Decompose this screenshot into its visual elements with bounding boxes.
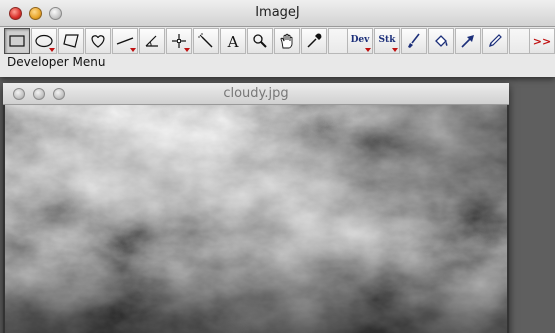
scroll-tool[interactable]: [274, 28, 300, 54]
polygon-icon: [63, 34, 79, 48]
arrow-icon: [461, 35, 474, 48]
dev-menu-dropdown-indicator: [365, 48, 371, 52]
freehand-tool[interactable]: [85, 28, 111, 54]
color-picker-tool[interactable]: [301, 28, 327, 54]
toolbar: A Dev Stk >>: [4, 28, 555, 55]
text-a-icon: A: [227, 33, 239, 50]
dev-menu-tool[interactable]: Dev: [347, 28, 373, 54]
more-tools-label: >>: [532, 34, 552, 48]
zoom-tool[interactable]: [247, 28, 273, 54]
arrow-tool[interactable]: [455, 28, 481, 54]
rectangle-tool[interactable]: [4, 28, 30, 54]
freehand-icon: [91, 35, 105, 48]
angle-icon: [145, 35, 158, 47]
oval-tool[interactable]: [31, 28, 57, 54]
cloud-photo: [5, 105, 507, 333]
magnifier-icon: [253, 34, 267, 48]
point-tool[interactable]: [166, 28, 192, 54]
dev-menu-label: Dev: [350, 34, 370, 45]
eyedropper-icon: [307, 33, 322, 48]
pencil-tool[interactable]: [482, 28, 508, 54]
stk-menu-dropdown-indicator: [392, 48, 398, 52]
paint-bucket-icon: [435, 35, 448, 47]
magic-wand-icon: [198, 33, 213, 48]
image-window-title: cloudy.jpg: [223, 86, 289, 101]
hand-icon: [280, 33, 293, 49]
text-tool[interactable]: A: [220, 28, 246, 54]
brush-tool[interactable]: [401, 28, 427, 54]
desktop: ImageJ A Dev Stk >> Developer Menu cloud…: [0, 0, 555, 333]
window-title: ImageJ: [255, 5, 300, 20]
angle-tool[interactable]: [139, 28, 165, 54]
image-canvas[interactable]: [5, 105, 507, 333]
line-tool-dropdown-indicator: [130, 48, 136, 52]
stk-menu-label: Stk: [378, 34, 396, 45]
more-tools-button[interactable]: >>: [529, 28, 555, 54]
polygon-tool[interactable]: [58, 28, 84, 54]
svg-text:A: A: [227, 33, 239, 50]
status-text: Developer Menu: [7, 55, 106, 69]
oval-tool-dropdown-indicator: [49, 48, 55, 52]
rectangle-icon: [9, 35, 25, 47]
wand-tool[interactable]: [193, 28, 219, 54]
imagej-main-window: ImageJ A Dev Stk >> Developer Menu: [0, 0, 555, 77]
paintbrush-icon: [408, 33, 420, 48]
point-tool-dropdown-indicator: [184, 48, 190, 52]
image-window-titlebar[interactable]: cloudy.jpg: [3, 83, 509, 105]
stk-menu-tool[interactable]: Stk: [374, 28, 400, 54]
flood-fill-tool[interactable]: [428, 28, 454, 54]
imagej-titlebar[interactable]: ImageJ: [0, 0, 555, 27]
image-window: cloudy.jpg: [3, 83, 509, 333]
line-tool[interactable]: [112, 28, 138, 54]
pencil-icon: [489, 34, 502, 47]
